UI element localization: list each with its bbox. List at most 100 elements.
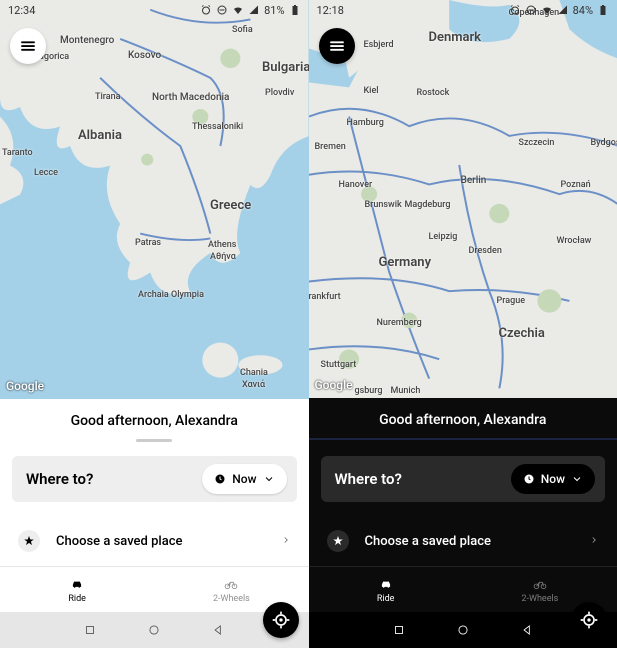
chevron-right-icon xyxy=(589,534,599,549)
map-view[interactable]: DenmarkCopenhagenEsbjerdKielRostockHambu… xyxy=(309,0,617,398)
bike-icon xyxy=(222,577,240,591)
back-button[interactable] xyxy=(520,623,534,637)
map-place-label: Nuremberg xyxy=(377,318,422,328)
tab-2wheels-label: 2-Wheels xyxy=(521,594,558,604)
battery-icon xyxy=(597,4,609,16)
map-place-label: Hamburg xyxy=(347,118,384,128)
alarm-icon xyxy=(509,4,521,16)
map-place-label: Thessaloniki xyxy=(192,122,243,132)
map-place-label: Kiel xyxy=(364,86,379,96)
map-place-label: Archaia Olympia xyxy=(138,290,204,300)
signal-icon xyxy=(557,4,569,16)
bike-icon xyxy=(531,577,549,591)
now-label: Now xyxy=(232,472,256,486)
car-icon xyxy=(68,577,86,591)
bottom-sheet[interactable]: Good afternoon, Alexandra Where to? Now … xyxy=(0,399,309,612)
greeting-text: Good afternoon, Alexandra xyxy=(0,399,309,439)
home-button[interactable] xyxy=(147,623,161,637)
map-place-label: Lecce xyxy=(34,168,58,178)
map-place-label: Hanover xyxy=(339,180,373,190)
map-place-label: Szczecin xyxy=(519,138,555,148)
map-place-label: Denmark xyxy=(429,30,482,45)
map-place-label: Magdeburg xyxy=(405,200,451,210)
locate-button[interactable] xyxy=(263,602,299,638)
saved-place-row[interactable]: Choose a saved place xyxy=(309,516,617,566)
crosshair-icon xyxy=(271,610,291,630)
map-terrain xyxy=(309,0,617,398)
map-place-label: Plovdiv xyxy=(265,88,294,98)
home-button[interactable] xyxy=(456,623,470,637)
map-place-label: Germany xyxy=(379,255,432,270)
chevron-right-icon xyxy=(281,534,291,549)
where-to-input[interactable]: Where to? xyxy=(321,456,511,502)
greeting-text: Good afternoon, Alexandra xyxy=(309,398,617,440)
map-place-label: Chania xyxy=(240,368,268,378)
status-bar: 12:18 84% xyxy=(309,0,617,20)
tab-ride[interactable]: Ride xyxy=(309,567,463,612)
map-place-label: Tirana xyxy=(95,92,121,102)
map-place-label: Χανιά xyxy=(242,380,265,390)
map-place-label: Kosovo xyxy=(128,50,161,61)
map-place-label: Prague xyxy=(497,296,526,306)
map-place-label: Montenegro xyxy=(60,35,114,46)
schedule-pill[interactable]: Now xyxy=(511,464,595,494)
map-place-label: Brunswik xyxy=(365,200,402,210)
car-icon xyxy=(377,577,395,591)
signal-icon xyxy=(248,4,260,16)
map-place-label: Taranto xyxy=(2,148,33,158)
alarm-icon xyxy=(200,4,212,16)
chevron-down-icon xyxy=(571,473,583,485)
drag-handle[interactable] xyxy=(136,439,172,442)
status-time: 12:18 xyxy=(317,4,344,17)
destination-row[interactable]: Where to? Now xyxy=(12,456,297,502)
map-place-label: Dresden xyxy=(469,246,502,256)
bottom-sheet[interactable]: Good afternoon, Alexandra Where to? Now … xyxy=(309,398,617,612)
schedule-pill[interactable]: Now xyxy=(202,464,286,494)
recent-apps-button[interactable] xyxy=(392,623,406,637)
status-bar: 12:34 81% xyxy=(0,0,309,20)
map-place-label: Patras xyxy=(135,238,161,248)
map-view[interactable]: MontenegroPodgoricaKosovoSofiaBulgariaTi… xyxy=(0,0,309,399)
map-place-label: Munich xyxy=(391,386,421,396)
now-label: Now xyxy=(541,472,565,486)
map-place-label: gsburg xyxy=(355,386,383,396)
google-attribution: Google xyxy=(6,379,44,393)
map-place-label: Poznań xyxy=(561,180,591,190)
clock-icon xyxy=(214,473,226,485)
map-place-label: Czechia xyxy=(499,326,545,341)
locate-button[interactable] xyxy=(571,602,607,638)
saved-place-row[interactable]: Choose a saved place xyxy=(0,516,309,566)
map-place-label: Leipzig xyxy=(429,232,458,242)
star-icon xyxy=(327,530,349,552)
map-place-label: Wrocław xyxy=(557,236,592,246)
saved-place-label: Choose a saved place xyxy=(56,534,182,549)
map-place-label: Stuttgart xyxy=(321,360,357,370)
battery-icon xyxy=(289,4,301,16)
destination-row[interactable]: Where to? Now xyxy=(321,456,606,502)
battery-pct: 81% xyxy=(264,4,284,17)
wifi-icon xyxy=(541,4,553,16)
back-button[interactable] xyxy=(211,623,225,637)
menu-button[interactable] xyxy=(10,28,46,64)
where-to-input[interactable]: Where to? xyxy=(12,456,202,502)
dnd-icon xyxy=(216,4,228,16)
tab-2wheels-label: 2-Wheels xyxy=(213,594,250,604)
map-place-label: Αθήνα xyxy=(210,252,236,262)
recent-apps-button[interactable] xyxy=(83,623,97,637)
map-place-label: Bulgaria xyxy=(262,60,309,75)
saved-place-label: Choose a saved place xyxy=(365,534,491,549)
map-place-label: Greece xyxy=(210,198,251,213)
tab-ride[interactable]: Ride xyxy=(0,567,154,612)
chevron-down-icon xyxy=(263,473,275,485)
hamburger-icon xyxy=(19,37,37,55)
product-tabs: Ride 2-Wheels xyxy=(0,566,309,612)
map-place-label: Athens xyxy=(208,240,236,250)
crosshair-icon xyxy=(579,610,599,630)
status-time: 12:34 xyxy=(8,4,35,17)
star-icon xyxy=(18,530,40,552)
google-attribution: Google xyxy=(315,378,353,392)
menu-button[interactable] xyxy=(319,28,355,64)
battery-pct: 84% xyxy=(573,4,593,17)
map-place-label: rankfurt xyxy=(309,292,341,302)
wifi-icon xyxy=(232,4,244,16)
